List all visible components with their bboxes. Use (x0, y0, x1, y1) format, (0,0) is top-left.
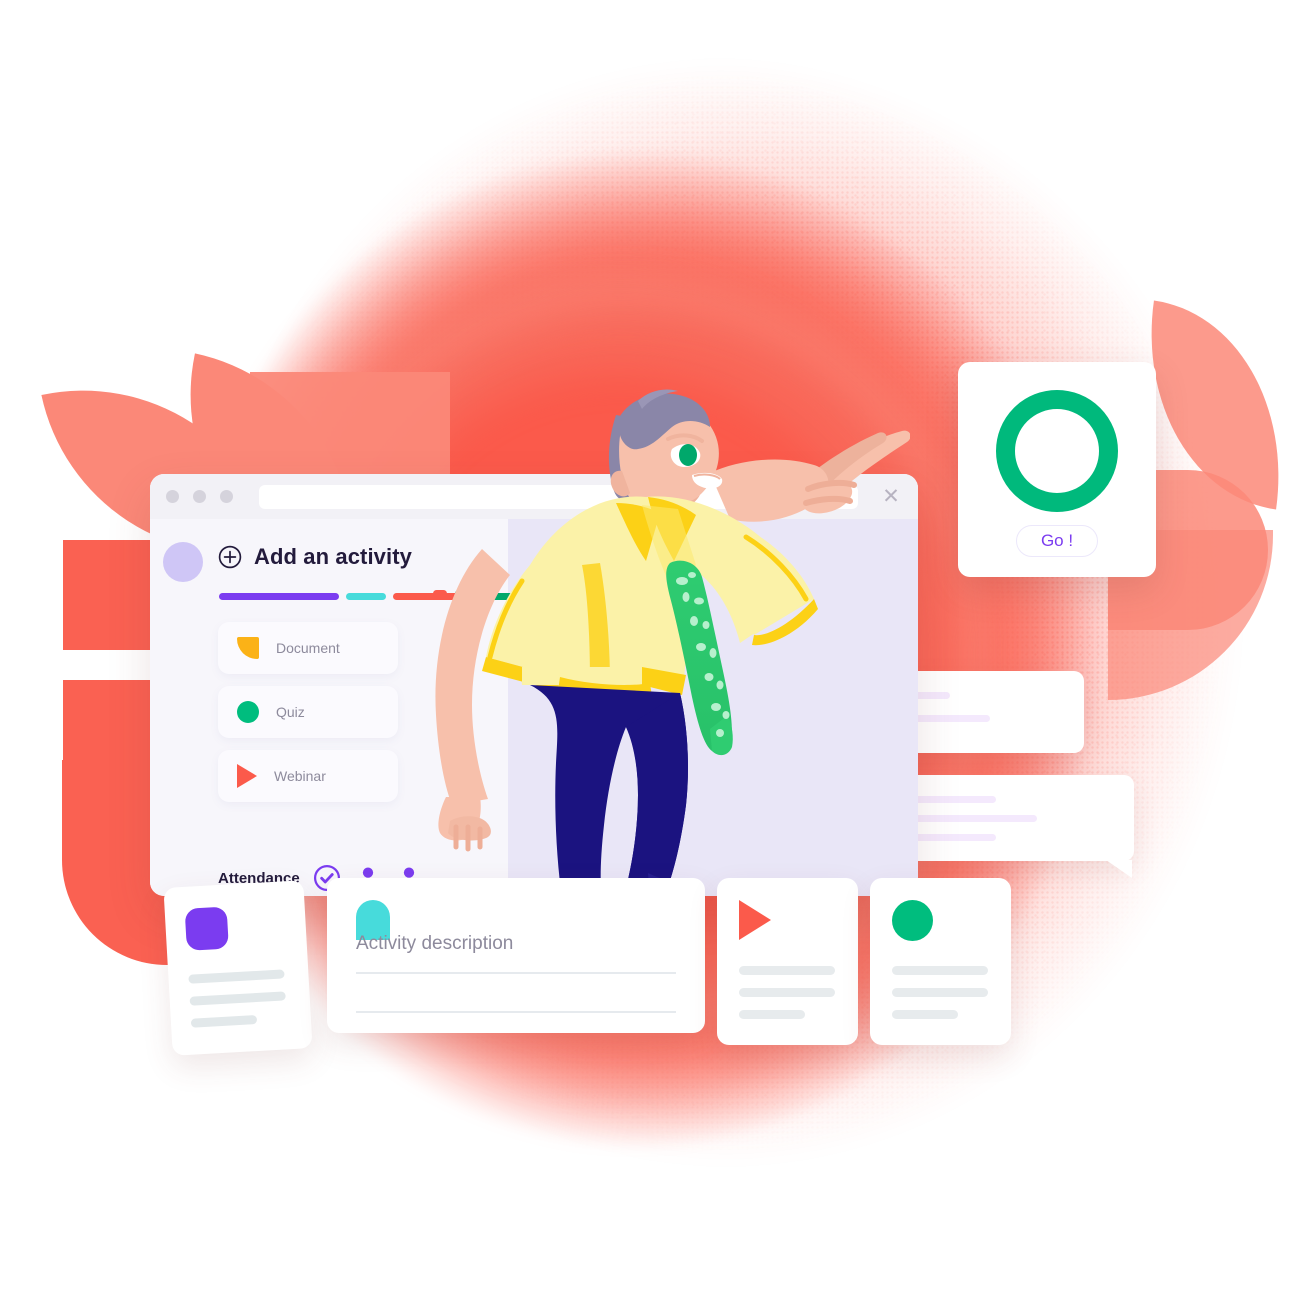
placeholder-line (739, 966, 835, 975)
progress-segment (219, 593, 339, 600)
activity-option-list: Document Quiz Webinar (218, 622, 398, 814)
window-dot-icon[interactable] (193, 490, 206, 503)
avatar (163, 542, 203, 582)
webinar-card[interactable] (717, 878, 858, 1045)
traffic-light-dots (166, 490, 233, 503)
window-dot-icon[interactable] (220, 490, 233, 503)
activity-option-label: Document (276, 640, 340, 656)
activity-description-card[interactable]: Activity description (327, 878, 705, 1033)
placeholder-line (739, 1010, 805, 1019)
document-card-left[interactable] (163, 880, 313, 1056)
activity-option-label: Webinar (274, 768, 326, 784)
play-triangle-icon (739, 900, 771, 940)
activity-description-label: Activity description (356, 933, 514, 954)
input-rule[interactable] (356, 1011, 676, 1013)
add-activity-label: Add an activity (254, 544, 412, 569)
activity-option-webinar[interactable]: Webinar (218, 750, 398, 802)
illustration-canvas: ✕ Add an activity Document Quiz Webinar … (0, 0, 1300, 1294)
plus-circle-icon (218, 545, 242, 569)
placeholder-line (892, 988, 988, 997)
placeholder-line (189, 991, 286, 1006)
input-rule[interactable] (356, 972, 676, 974)
green-ring-icon (996, 390, 1118, 512)
green-circle-icon (892, 900, 933, 941)
webinar-icon (237, 764, 257, 788)
placeholder-line (739, 988, 835, 997)
activity-option-quiz[interactable]: Quiz (218, 686, 398, 738)
go-button[interactable]: Go ! (1016, 525, 1098, 557)
window-dot-icon[interactable] (166, 490, 179, 503)
placeholder-line (188, 969, 285, 984)
placeholder-line (190, 1015, 258, 1028)
placeholder-line (892, 1010, 958, 1019)
document-icon (237, 637, 259, 659)
go-card: Go ! (958, 362, 1156, 577)
quiz-card[interactable] (870, 878, 1011, 1045)
progress-segment (346, 593, 386, 600)
activity-option-document[interactable]: Document (218, 622, 398, 674)
purple-rounded-square-icon (184, 906, 229, 951)
placeholder-line (892, 966, 988, 975)
man-pointing-illustration (435, 389, 910, 901)
add-activity-button[interactable]: Add an activity (218, 544, 412, 570)
quiz-icon (237, 701, 259, 723)
activity-option-label: Quiz (276, 704, 305, 720)
